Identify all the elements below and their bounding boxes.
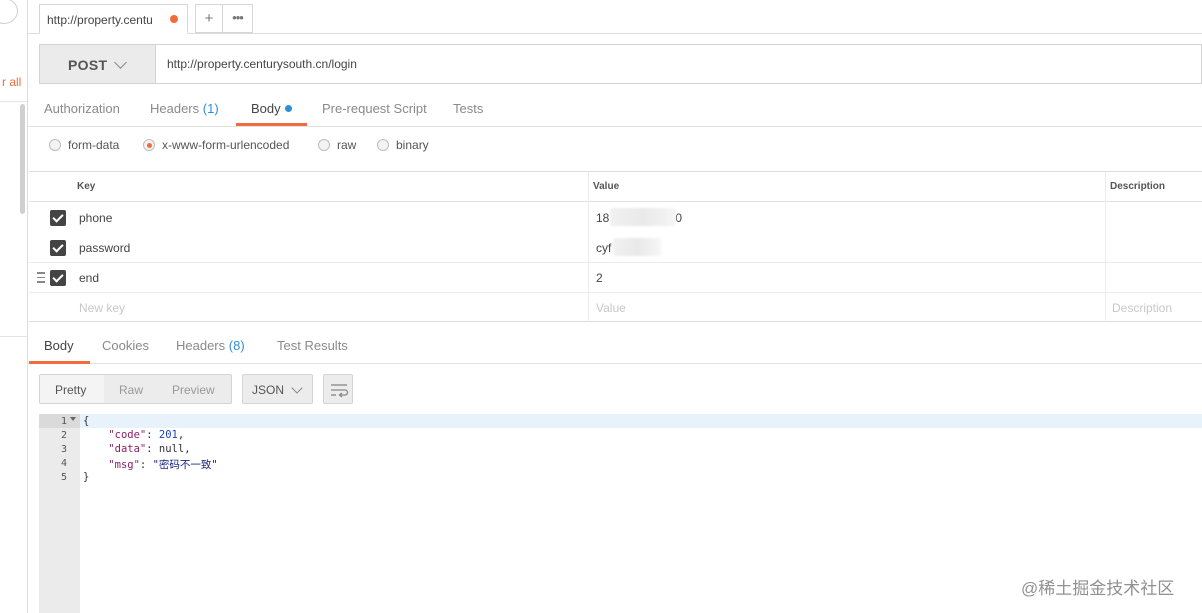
redaction-blur	[613, 238, 661, 256]
sidebar-divider	[0, 336, 27, 337]
line-number: 3	[60, 444, 67, 455]
code-line: "msg": "密码不一致"	[108, 459, 218, 471]
line-number-gutter: 1 2 3 4 5	[39, 414, 80, 613]
url-input[interactable]: http://property.centurysouth.cn/login	[156, 45, 1201, 83]
more-tabs-button[interactable]: •••	[223, 4, 253, 33]
row-enabled-checkbox[interactable]	[50, 270, 66, 286]
new-description-input[interactable]: Description	[1112, 301, 1172, 315]
column-value: Value	[593, 181, 620, 192]
column-key: Key	[77, 181, 96, 192]
clear-all-link[interactable]: r all	[2, 75, 21, 89]
active-tab-indicator	[236, 123, 307, 126]
tab-body[interactable]: Body	[251, 101, 292, 116]
tab-tests[interactable]: Tests	[453, 101, 483, 116]
body-modified-dot-icon	[284, 105, 292, 112]
code-line: }	[83, 471, 90, 483]
response-tab-test-results[interactable]: Test Results	[277, 338, 348, 353]
code-line: "code": 201,	[108, 429, 185, 441]
code-line: {	[83, 415, 90, 427]
tab-authorization[interactable]: Authorization	[44, 101, 120, 116]
params-table: Key Value Description phone 18 0 password…	[29, 171, 1202, 322]
tab-pre-request-script[interactable]: Pre-request Script	[322, 101, 427, 116]
chevron-down-icon	[291, 382, 303, 394]
new-value-input[interactable]: Value	[596, 301, 626, 315]
column-description: Description	[1110, 181, 1166, 192]
tab-bar: http://property.centu + •••	[28, 0, 1202, 34]
line-number: 5	[60, 472, 67, 483]
request-line: POST http://property.centurysouth.cn/log…	[39, 44, 1202, 84]
view-pretty-button[interactable]: Pretty	[55, 383, 86, 397]
row-enabled-checkbox[interactable]	[50, 210, 66, 226]
radio-form-data[interactable]: form-data	[49, 138, 119, 152]
unsaved-dot-icon	[170, 15, 178, 23]
table-row-new: New key Value Description	[29, 293, 1202, 323]
row-key[interactable]: password	[79, 241, 130, 255]
response-tab-cookies[interactable]: Cookies	[102, 338, 149, 353]
line-number: 1	[60, 416, 67, 427]
redaction-blur	[610, 208, 676, 226]
format-label: JSON	[252, 383, 285, 397]
request-tab-title: http://property.centu	[47, 13, 153, 27]
table-row: phone 18 0	[29, 203, 1202, 233]
row-key[interactable]: end	[79, 271, 99, 285]
active-line-highlight	[80, 414, 1202, 428]
table-row: end 2	[29, 263, 1202, 293]
radio-x-www-form-urlencoded[interactable]: x-www-form-urlencoded	[143, 138, 289, 152]
code-line: "data": null,	[108, 443, 191, 455]
fold-arrow-icon[interactable]	[70, 417, 76, 421]
view-mode-segment: Pretty Raw Preview	[39, 374, 232, 404]
method-select[interactable]: POST	[40, 45, 156, 83]
wrap-icon	[331, 384, 349, 398]
response-headers-count: (8)	[228, 338, 245, 353]
table-header: Key Value Description	[29, 172, 1202, 202]
new-key-input[interactable]: New key	[79, 301, 125, 315]
drag-handle-icon[interactable]	[37, 272, 45, 283]
active-response-tab-indicator	[29, 361, 90, 364]
method-label: POST	[68, 57, 108, 73]
row-enabled-checkbox[interactable]	[50, 240, 66, 256]
request-tabs: Authorization Headers (1) Body Pre-reque…	[28, 90, 1202, 127]
sidebar-button[interactable]	[0, 0, 18, 24]
view-preview-button[interactable]: Preview	[172, 383, 215, 397]
line-number: 2	[60, 430, 67, 441]
body-mode-group: form-data x-www-form-urlencoded raw bina…	[28, 128, 1202, 170]
row-key[interactable]: phone	[79, 211, 112, 225]
sidebar-divider	[0, 101, 27, 102]
response-tab-headers[interactable]: Headers (8)	[176, 338, 245, 353]
line-number: 4	[60, 458, 67, 469]
request-tab[interactable]: http://property.centu	[39, 4, 188, 34]
response-tabs: Body Cookies Headers (8) Test Results	[28, 328, 1202, 364]
radio-binary[interactable]: binary	[377, 138, 429, 152]
radio-raw[interactable]: raw	[318, 138, 356, 152]
tab-headers[interactable]: Headers (1)	[150, 101, 219, 116]
sidebar: r all	[0, 0, 28, 613]
wrap-lines-button[interactable]	[323, 374, 353, 404]
format-select[interactable]: JSON	[242, 374, 313, 404]
view-raw-button[interactable]: Raw	[119, 383, 143, 397]
watermark: @稀土掘金技术社区	[1021, 579, 1175, 598]
table-row: password cyf	[29, 233, 1202, 263]
row-value[interactable]: cyf	[596, 241, 611, 255]
response-tab-body[interactable]: Body	[44, 338, 74, 353]
new-tab-button[interactable]: +	[195, 4, 223, 33]
row-value[interactable]: 2	[596, 271, 603, 285]
url-text: http://property.centurysouth.cn/login	[167, 57, 357, 71]
headers-count: (1)	[202, 101, 219, 116]
chevron-down-icon	[114, 56, 127, 69]
sidebar-scrollbar[interactable]	[20, 104, 25, 214]
postman-window: r all http://property.centu + ••• POST h…	[0, 0, 1202, 613]
